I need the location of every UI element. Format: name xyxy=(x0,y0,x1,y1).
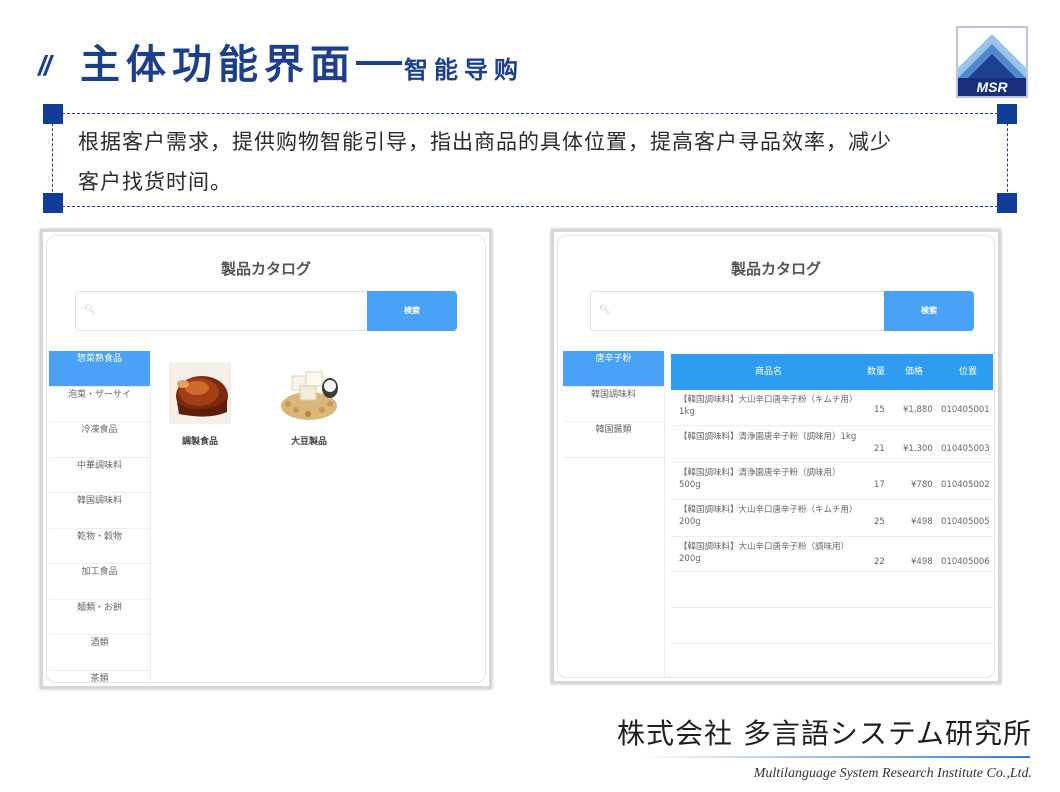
description-text: 根据客户需求，提供购物智能引导，指出商品的具体位置，提高客户寻品效率，减少 客户… xyxy=(78,122,998,202)
title-slashes: // xyxy=(38,50,51,81)
sidebar-item-noodles[interactable]: 麺類・お餅 xyxy=(49,600,150,635)
product-card[interactable]: 調製食品 xyxy=(160,362,240,447)
sidebar-item-sozai[interactable]: 惣菜熟食品 xyxy=(49,351,150,387)
footer-divider xyxy=(636,756,1030,758)
sidebar-item-processed[interactable]: 加工食品 xyxy=(49,564,150,600)
braised-meat-image xyxy=(169,362,231,424)
col-header-location: 位置 xyxy=(959,367,978,377)
corner-mark xyxy=(997,104,1017,124)
table-row[interactable]: 【韓国調味料】大山辛口唐辛子粉（キムチ用）200g 25 ¥498 010405… xyxy=(671,500,993,537)
cell-price: ¥498 xyxy=(911,557,933,567)
cell-qty: 22 xyxy=(874,557,885,567)
page-subtitle: 智能导购 xyxy=(404,56,524,84)
cell-location: 010405006 xyxy=(941,557,990,567)
sidebar-item-tea[interactable]: 茶類 xyxy=(49,671,150,683)
table-row-empty xyxy=(671,608,993,644)
sidebar-item-chinese-seasoning[interactable]: 中華調味料 xyxy=(49,458,150,493)
product-label: 大豆製品 xyxy=(290,437,327,447)
search-button[interactable]: 検索 xyxy=(884,291,974,331)
corner-mark xyxy=(43,104,63,124)
col-header-price: 価格 xyxy=(905,367,924,377)
title-dash xyxy=(356,61,402,65)
table-row[interactable]: 【韓国調味料】大山辛口唐辛子粉（キムチ用）1kg 15 ¥1,880 01040… xyxy=(671,390,993,426)
search-icon: 🔍︎ xyxy=(84,305,96,315)
page-title-main: 主体功能界面 xyxy=(80,42,356,88)
table-row-empty xyxy=(671,572,993,608)
company-name-en: Multilanguage System Research Institute … xyxy=(753,766,1032,781)
description-line: 根据客户需求，提供购物智能引导，指出商品的具体位置，提高客户寻品效率，减少 xyxy=(78,130,892,154)
catalog-title: 製品カタログ xyxy=(220,260,311,278)
sidebar-item-alcohol[interactable]: 酒類 xyxy=(49,635,150,671)
search-icon: 🔍︎ xyxy=(599,305,611,315)
table-header: 商品名 数量 価格 位置 xyxy=(671,354,993,390)
cell-qty: 25 xyxy=(874,517,885,527)
logo-text: MSR xyxy=(976,79,1008,95)
corner-mark xyxy=(43,193,63,213)
search-button[interactable]: 検索 xyxy=(367,291,457,331)
corner-mark xyxy=(997,193,1017,213)
cell-price: ¥1,880 xyxy=(903,405,933,415)
cell-price: ¥780 xyxy=(911,480,933,490)
page-title: 主体功能界面 智能导购 xyxy=(80,32,524,90)
product-card[interactable]: 大豆製品 xyxy=(269,362,349,447)
sidebar-item-korean-seasoning[interactable]: 韓国調味料 xyxy=(563,387,664,422)
col-header-name: 商品名 xyxy=(755,367,783,377)
sidebar-item-kimchi[interactable]: 泡菜・ザーサイ xyxy=(49,387,150,422)
sidebar-item-korean-sauces[interactable]: 韓国醤類 xyxy=(563,422,664,458)
tofu-soybean-image xyxy=(278,362,340,424)
sidebar-item-chili-powder[interactable]: 唐辛子粉 xyxy=(563,351,664,387)
category-sidebar: 惣菜熟食品 泡菜・ザーサイ 冷凍食品 中華調味料 韓国調味料 乾物・穀物 加工食… xyxy=(49,351,151,683)
cell-name: 【韓国調味料】大山辛口唐辛子粉（調味用）200g xyxy=(679,542,850,564)
cell-name: 【韓国調味料】清浄園唐辛子粉（調味用）500g xyxy=(679,468,841,490)
product-table: 商品名 数量 価格 位置 【韓国調味料】大山辛口唐辛子粉（キムチ用）1kg 15… xyxy=(671,354,993,644)
sidebar-item-dried-grains[interactable]: 乾物・穀物 xyxy=(49,529,150,564)
table-row[interactable]: 【韓国調味料】清浄園唐辛子粉（調味用）500g 17 ¥780 01040500… xyxy=(671,463,993,500)
cell-location: 010405005 xyxy=(941,517,990,527)
cell-qty: 21 xyxy=(874,444,885,454)
cell-name: 【韓国調味料】大山辛口唐辛子粉（キムチ用）200g xyxy=(679,505,854,527)
description-line: 客户找货时间。 xyxy=(78,170,232,194)
sidebar-item-frozen[interactable]: 冷凍食品 xyxy=(49,422,150,458)
right-app-screenshot: 製品カタログ 🔍︎ 検索 唐辛子粉 韓国調味料 韓国醤類 商品名 数量 価格 位… xyxy=(551,229,1001,684)
sidebar-item-korean-seasoning[interactable]: 韓国調味料 xyxy=(49,493,150,529)
msr-logo: MSR xyxy=(956,26,1028,98)
cell-name: 【韓国調味料】清浄園唐辛子粉（調味用）1kg xyxy=(679,432,857,442)
cell-price: ¥1,300 xyxy=(903,444,933,454)
search-input[interactable]: 🔍︎ xyxy=(590,291,886,331)
cell-location: 010405003 xyxy=(941,444,990,454)
catalog-title: 製品カタログ xyxy=(730,260,821,278)
cell-qty: 15 xyxy=(874,405,885,415)
product-label: 調製食品 xyxy=(181,437,218,447)
cell-qty: 17 xyxy=(874,480,885,490)
category-sidebar: 唐辛子粉 韓国調味料 韓国醤類 xyxy=(563,351,665,677)
cell-name: 【韓国調味料】大山辛口唐辛子粉（キムチ用）1kg xyxy=(679,395,854,417)
cell-price: ¥498 xyxy=(911,517,933,527)
cell-location: 010405002 xyxy=(941,480,990,490)
table-row[interactable]: 【韓国調味料】清浄園唐辛子粉（調味用）1kg 21 ¥1,300 0104050… xyxy=(671,426,993,463)
company-name-ja: 株式会社 多言語システム研究所 xyxy=(616,717,1032,750)
cell-location: 010405001 xyxy=(941,405,990,415)
search-input[interactable]: 🔍︎ xyxy=(75,291,369,331)
col-header-qty: 数量 xyxy=(867,367,886,377)
left-app-screenshot: 製品カタログ 🔍︎ 検索 惣菜熟食品 泡菜・ザーサイ 冷凍食品 中華調味料 韓国… xyxy=(40,229,492,689)
table-row[interactable]: 【韓国調味料】大山辛口唐辛子粉（調味用）200g 22 ¥498 0104050… xyxy=(671,537,993,572)
